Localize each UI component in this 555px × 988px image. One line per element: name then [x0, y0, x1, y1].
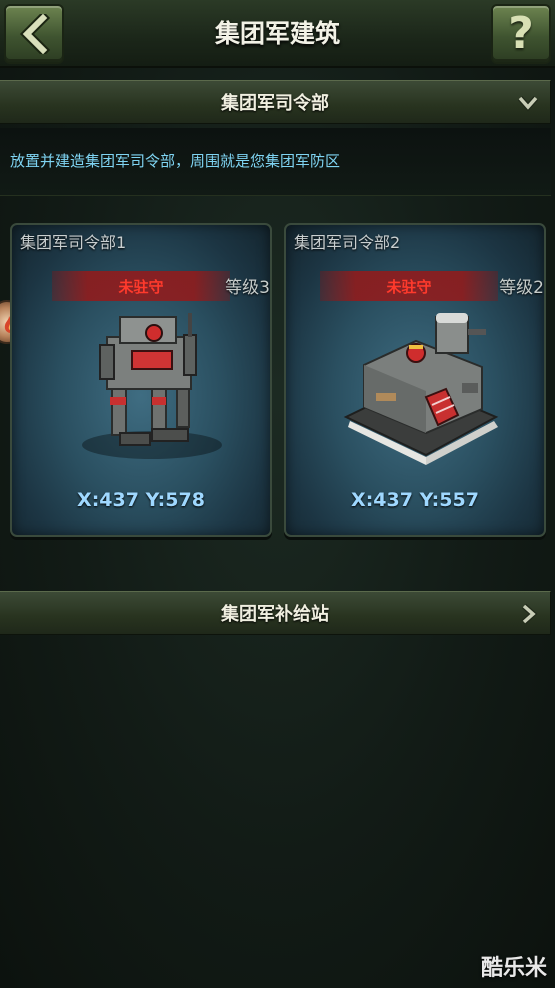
bunker-building-image [343, 313, 499, 465]
section-header-hq[interactable]: 集团军司令部 [0, 80, 551, 124]
building-coordinates: X:437 Y:578 [77, 489, 205, 511]
chevron-right-icon [522, 603, 538, 625]
building-name: 集团军司令部1 [20, 233, 127, 252]
mech-building-image [82, 313, 222, 459]
page-title: 集团军建筑 [214, 19, 340, 48]
section-title: 集团军司令部 [221, 93, 329, 114]
section-description: 放置并建造集团军司令部，周围就是您集团军防区 [0, 128, 551, 196]
status-badge: 未驻守 [320, 271, 498, 301]
building-level: 等级2 [499, 278, 544, 298]
chevron-down-icon [517, 96, 539, 112]
building-level: 等级3 [225, 278, 270, 298]
section-header-supply[interactable]: 集团军补给站 [0, 591, 551, 635]
status-badge: 未驻守 [52, 271, 230, 301]
question-icon: ? [508, 8, 534, 59]
watermark-logo: 酷乐米 [480, 956, 547, 981]
help-button[interactable]: ? [491, 4, 551, 64]
building-coordinates: X:437 Y:557 [351, 489, 479, 511]
top-bar: 集团军建筑 ? [0, 0, 555, 68]
section-title: 集团军补给站 [221, 604, 329, 625]
building-card[interactable]: 集团军司令部2 未驻守 等级2 X:437 Y:557 [284, 223, 546, 537]
building-name: 集团军司令部2 [294, 233, 401, 252]
building-card[interactable]: 集团军司令部1 未驻守 等级3 X:437 Y:578 [10, 223, 272, 537]
